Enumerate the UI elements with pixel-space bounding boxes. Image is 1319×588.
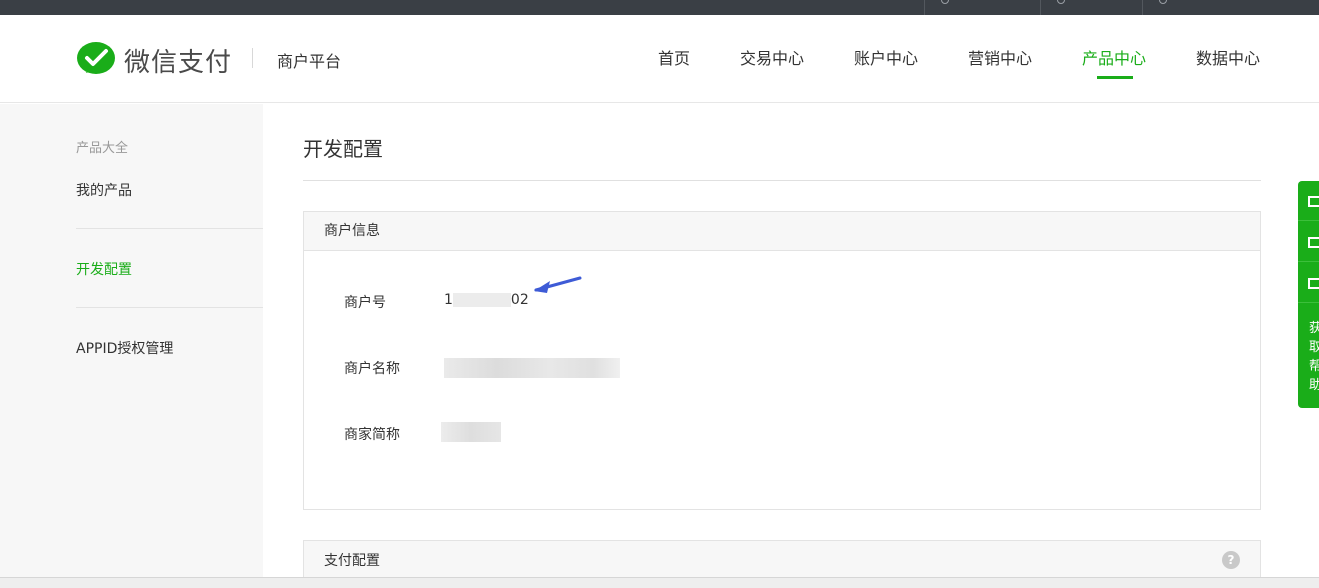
user-icon bbox=[941, 0, 949, 4]
merchant-id-start: 1 bbox=[444, 292, 453, 308]
nav-active-indicator bbox=[1097, 76, 1133, 79]
brand-subtitle: 商户平台 bbox=[277, 52, 342, 71]
sidebar-group-title: 产品大全 bbox=[76, 141, 129, 156]
nav-marketing-center[interactable]: 营销中心 bbox=[968, 45, 1032, 69]
redacted-merchant-shortname bbox=[441, 422, 501, 442]
float-download-button[interactable] bbox=[1298, 222, 1319, 262]
sidebar-item-dev-config[interactable]: 开发配置 bbox=[76, 259, 132, 279]
title-divider bbox=[303, 180, 1261, 181]
merchant-id-value: 1 02 bbox=[444, 292, 529, 308]
floating-toolbar: 获取帮助 bbox=[1298, 181, 1319, 408]
doc-icon bbox=[1159, 0, 1167, 4]
merchant-info-title: 商户信息 bbox=[304, 212, 1260, 251]
sidebar: 产品大全 我的产品 开发配置 APPID授权管理 bbox=[0, 104, 263, 588]
float-edit-button[interactable] bbox=[1298, 263, 1319, 303]
nav-product-center[interactable]: 产品中心 bbox=[1082, 45, 1146, 69]
sidebar-item-appid-auth[interactable]: APPID授权管理 bbox=[76, 338, 173, 358]
nav-home[interactable]: 首页 bbox=[658, 45, 690, 69]
merchant-name-label: 商户名称 bbox=[344, 361, 400, 377]
nav-account-center[interactable]: 账户中心 bbox=[854, 45, 918, 69]
float-help-text[interactable]: 获取帮助 bbox=[1309, 319, 1319, 395]
sidebar-item-my-products[interactable]: 我的产品 bbox=[76, 180, 132, 200]
bell-icon bbox=[1057, 0, 1065, 4]
help-icon[interactable]: ? bbox=[1222, 551, 1240, 569]
redacted-merchant-name bbox=[444, 358, 620, 378]
page-title: 开发配置 bbox=[303, 137, 383, 161]
merchant-info-card: 商户信息 商户号 1 02 商户名称 商家简称 bbox=[303, 211, 1261, 510]
top-bar bbox=[0, 0, 1319, 15]
merchant-shortname-label: 商家简称 bbox=[344, 427, 400, 443]
wechat-pay-logo-icon bbox=[77, 42, 115, 74]
logo[interactable]: 微信支付 bbox=[76, 40, 232, 80]
topbar-item[interactable] bbox=[1040, 0, 1142, 15]
topbar-item[interactable] bbox=[924, 0, 1040, 15]
logo-divider bbox=[252, 48, 253, 68]
pay-config-title: 支付配置 bbox=[304, 541, 1260, 581]
merchant-id-label: 商户号 bbox=[344, 295, 386, 311]
nav-trade-center[interactable]: 交易中心 bbox=[740, 45, 804, 69]
bottom-scrollbar[interactable] bbox=[0, 577, 1319, 588]
download-icon bbox=[1308, 237, 1319, 248]
nav-data-center[interactable]: 数据中心 bbox=[1196, 45, 1260, 69]
sidebar-divider bbox=[76, 228, 263, 229]
phone-icon bbox=[1308, 196, 1319, 207]
brand-name: 微信支付 bbox=[124, 47, 233, 78]
merchant-id-end: 02 bbox=[510, 292, 529, 308]
float-phone-button[interactable] bbox=[1298, 181, 1319, 221]
header: 微信支付 商户平台 首页 交易中心 账户中心 营销中心 产品中心 数据中心 bbox=[0, 15, 1319, 103]
annotation-arrow-icon bbox=[534, 276, 582, 293]
topbar-item[interactable] bbox=[1142, 0, 1260, 15]
sidebar-divider bbox=[76, 307, 263, 308]
redacted-block bbox=[452, 293, 511, 307]
edit-icon bbox=[1308, 278, 1319, 289]
